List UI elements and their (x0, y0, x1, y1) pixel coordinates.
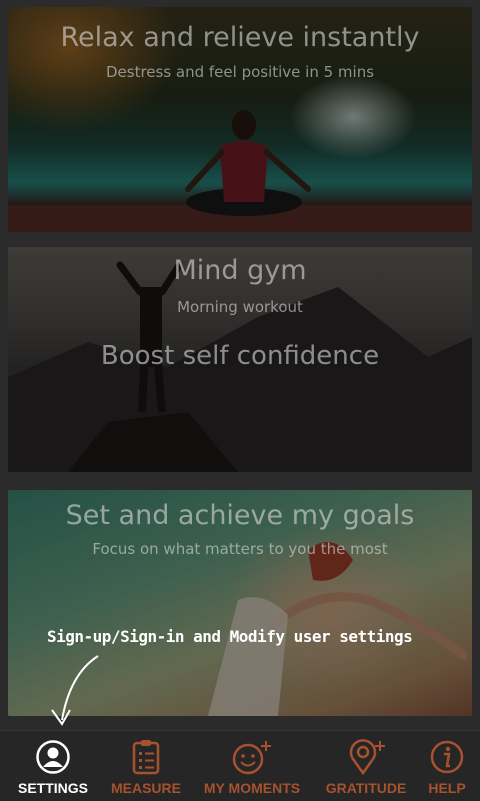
smiley-plus-icon (232, 741, 271, 775)
card-subtitle: Focus on what matters to you the most (92, 540, 388, 558)
hint-arrow-icon (51, 655, 99, 726)
tab-label: MY MOMENTS (203, 780, 301, 796)
tab-label: SETTINGS (17, 780, 88, 796)
card-subtitle: Destress and feel positive in 5 mins (105, 63, 375, 81)
tab-settings[interactable]: SETTINGS (4, 731, 102, 801)
card-title: Mind gym (173, 255, 307, 286)
relax-card[interactable]: Relax and relieve instantly Destress and… (8, 7, 472, 232)
mind-gym-card[interactable]: Mind gym Morning workout Boost self conf… (8, 247, 472, 472)
clipboard-icon (132, 740, 160, 775)
tab-label: MEASURE (110, 780, 181, 796)
tab-label: HELP (428, 780, 466, 796)
tab-label: GRATITUDE (325, 780, 407, 796)
bottom-tab-bar: SETTINGS MEASURE MY MOMENTS GRATITUDE HE… (0, 730, 480, 801)
user-circle-icon (36, 740, 70, 774)
tab-gratitude[interactable]: GRATITUDE (316, 731, 416, 801)
tab-measure[interactable]: MEASURE (104, 731, 188, 801)
card-title: Set and achieve my goals (65, 500, 415, 531)
info-icon (430, 740, 464, 774)
tab-my-moments[interactable]: MY MOMENTS (190, 731, 314, 801)
card-subtitle: Morning workout (177, 298, 303, 316)
card-tagline: Boost self confidence (100, 341, 380, 371)
tab-help[interactable]: HELP (418, 731, 476, 801)
card-title: Relax and relieve instantly (60, 22, 420, 53)
settings-hint: Sign-up/Sign-in and Modify user settings (47, 627, 413, 646)
map-pin-plus-icon (349, 739, 385, 775)
